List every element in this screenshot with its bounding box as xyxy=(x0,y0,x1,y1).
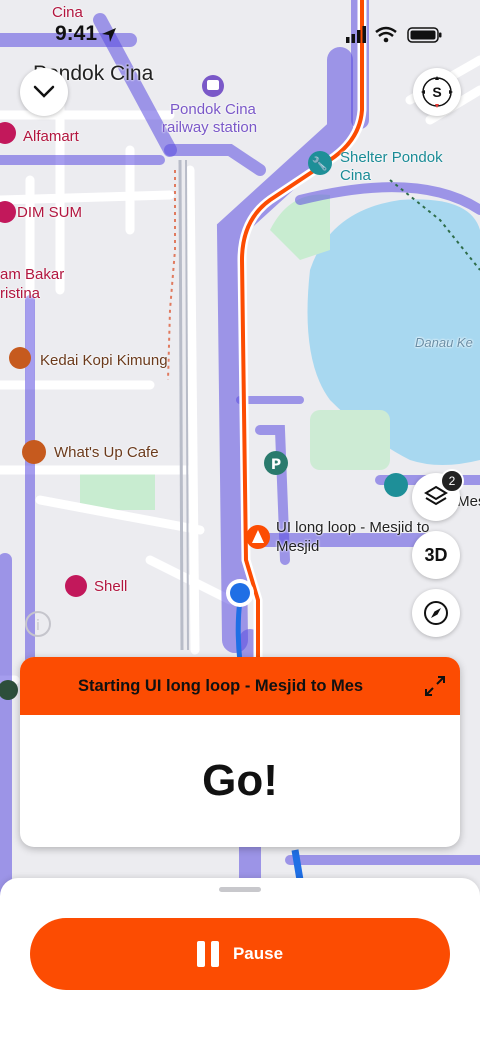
3d-toggle-button[interactable]: 3D xyxy=(412,531,460,579)
poi-dim-sum[interactable]: DIM SUM xyxy=(17,204,82,221)
expand-icon[interactable] xyxy=(422,673,448,699)
recorded-track xyxy=(291,849,304,881)
poi-kedai-kopi[interactable]: Kedai Kopi Kimung xyxy=(40,352,168,369)
collapse-button[interactable] xyxy=(20,68,68,116)
3d-label: 3D xyxy=(424,544,448,565)
layers-badge: 2 xyxy=(440,469,464,493)
instruction-header: Starting UI long loop - Mesjid to Mes xyxy=(20,657,460,715)
poi-label[interactable]: ristina xyxy=(0,285,40,302)
poi-whats-up-cafe[interactable]: What's Up Cafe xyxy=(54,444,159,461)
pause-label: Pause xyxy=(232,944,284,963)
location-arrow-icon xyxy=(102,28,116,42)
railway xyxy=(178,159,184,651)
layers-button[interactable]: 2 xyxy=(412,469,464,521)
station-label: Pondok Cina xyxy=(170,101,256,118)
station-label-line2: railway station xyxy=(162,119,258,136)
svg-text:🔧: 🔧 xyxy=(312,155,328,172)
park xyxy=(80,470,155,510)
compass-icon: S xyxy=(421,76,453,108)
route-start-label[interactable]: UI long loop - Mesjid to xyxy=(276,519,429,536)
instruction-body: Go! xyxy=(20,715,460,847)
bottom-sheet: Pause xyxy=(0,878,480,1039)
instruction-card[interactable]: Starting UI long loop - Mesjid to Mes Go… xyxy=(20,657,460,847)
status-time: 9:41 xyxy=(55,22,98,45)
instruction-title: Starting UI long loop - Mesjid to Mes xyxy=(78,677,364,695)
lake-label: Danau Ke xyxy=(415,335,473,350)
compass-letter: S xyxy=(432,84,441,100)
poi-shelter-line2[interactable]: Cina xyxy=(340,167,371,184)
svg-text:P: P xyxy=(271,457,281,473)
poi-alfamart[interactable]: Alfamart xyxy=(23,128,79,145)
user-location-dot xyxy=(230,583,250,603)
pause-icon xyxy=(196,941,219,967)
navigation-compass-icon xyxy=(424,601,448,625)
poi-shelter[interactable]: Shelter Pondok xyxy=(340,149,443,166)
route-start-label-line2[interactable]: Mesjid xyxy=(276,538,319,555)
status-bar: 9:41 xyxy=(0,0,480,64)
wifi-icon xyxy=(375,26,397,43)
battery-icon xyxy=(407,27,442,43)
instruction-text: Go! xyxy=(202,756,278,805)
poi-label[interactable]: am Bakar xyxy=(0,266,64,283)
pause-button[interactable]: Pause xyxy=(30,918,450,990)
signal-icon xyxy=(346,26,366,43)
status-icons xyxy=(346,26,442,43)
svg-text:i: i xyxy=(36,618,40,634)
poi-shell[interactable]: Shell xyxy=(94,578,127,595)
compass-button[interactable]: S xyxy=(413,68,461,116)
chevron-down-icon xyxy=(33,85,55,98)
recenter-button[interactable] xyxy=(412,589,460,637)
sheet-handle[interactable] xyxy=(219,887,261,892)
park xyxy=(310,410,390,470)
